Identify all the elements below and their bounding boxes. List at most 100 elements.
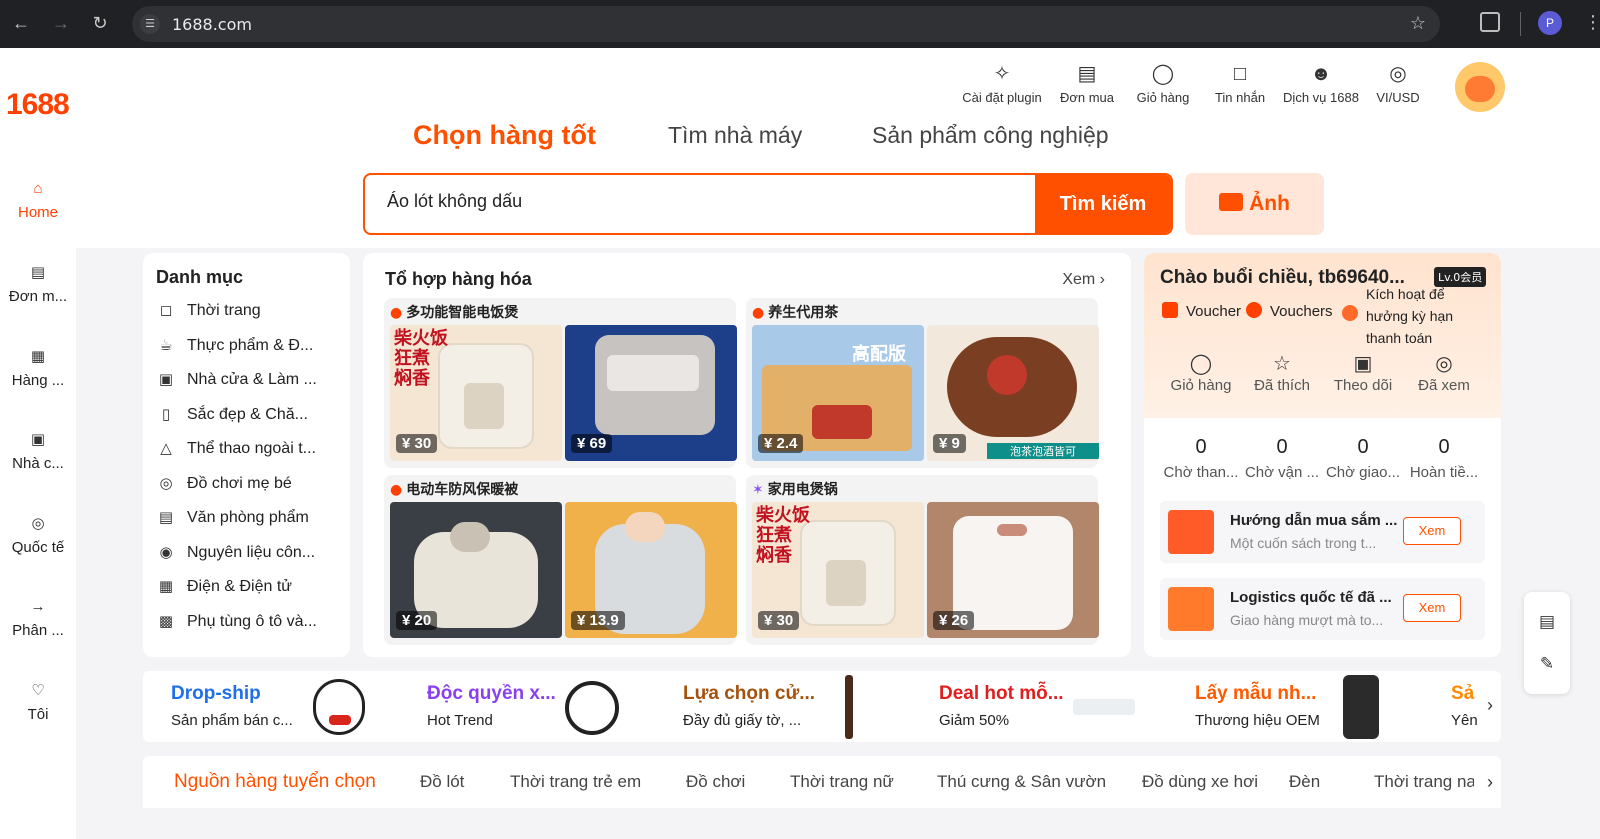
category-item[interactable]: △ Thể thao ngoài t... <box>156 439 346 463</box>
stat-label[interactable]: Chờ than... <box>1161 464 1241 481</box>
fire-icon: ● <box>390 482 403 498</box>
toolbar-service[interactable]: ☻ Dịch vụ 1688 <box>1277 62 1365 105</box>
sidebar-item-distribution[interactable]: → Phân ... <box>0 598 76 640</box>
back-icon[interactable]: ← <box>10 12 32 34</box>
quick-viewed[interactable]: ◎ Đã xem <box>1404 351 1484 394</box>
image-search-button[interactable]: Ảnh <box>1185 173 1324 235</box>
profile-avatar[interactable]: P <box>1538 11 1562 35</box>
search-button[interactable]: Tìm kiếm <box>1035 175 1171 233</box>
product-card[interactable]: ¥ 69 <box>565 325 737 461</box>
category-item[interactable]: ◻ Thời trang <box>156 301 346 325</box>
category-tab[interactable]: Thời trang nữ <box>790 772 894 792</box>
chevron-right-icon[interactable]: › <box>1487 772 1493 793</box>
category-tab[interactable]: Thời trang trẻ em <box>510 772 641 792</box>
credit-activation-link[interactable]: Kích hoạt để hưởng kỳ hạn thanh toán <box>1366 283 1486 349</box>
toolbar-plugin[interactable]: ✧ Cài đặt plugin <box>955 62 1049 105</box>
address-bar[interactable]: ☰ 1688.com ☆ <box>132 6 1440 42</box>
product-card[interactable]: ¥ 13.9 <box>565 502 737 638</box>
distribution-icon: → <box>30 598 46 615</box>
site-info-icon[interactable]: ☰ <box>140 14 160 34</box>
category-item[interactable]: ▩ Phụ tùng ô tô và... <box>156 612 346 636</box>
product-price: ¥ 26 <box>933 611 975 630</box>
logistics-card[interactable]: Logistics quốc tế đã ... Giao hàng mượt … <box>1160 578 1485 640</box>
combo-group[interactable]: ● 多功能智能电饭煲 柴火饭 狂煮 焖香 ¥ 30 ¥ 69 <box>384 298 737 468</box>
info-subtitle: Một cuốn sách trong t... <box>1230 535 1377 551</box>
sidebar-item-goods[interactable]: ▦ Hàng ... <box>0 348 76 390</box>
category-tab[interactable]: Nguồn hàng tuyển chọn <box>174 771 376 793</box>
quick-cart[interactable]: ◯ Giỏ hàng <box>1161 351 1241 394</box>
product-price: ¥ 69 <box>571 434 613 453</box>
combo-group[interactable]: ● 养生代用茶 高配版 ¥ 2.4 泡茶泡酒皆可 ¥ 9 <box>746 298 1099 468</box>
category-tab[interactable]: Thú cưng & Sân vườn <box>937 772 1106 792</box>
sidebar-item-orders[interactable]: ▤ Đơn m... <box>0 264 76 306</box>
category-item[interactable]: ◎ Đồ chơi mẹ bé <box>156 474 346 498</box>
toolbar-language[interactable]: ◎ VI/USD <box>1370 62 1426 105</box>
reload-icon[interactable]: ↻ <box>89 12 111 34</box>
voucher-link[interactable]: Voucher <box>1162 302 1241 320</box>
stat-count[interactable]: 0 <box>1161 436 1241 459</box>
tab-good-products[interactable]: Chọn hàng tốt <box>413 120 596 151</box>
category-item[interactable]: ▦ Điện & Điện tử <box>156 577 346 601</box>
combo-more-label: Xem <box>1062 271 1096 288</box>
forward-icon[interactable]: → <box>50 12 72 34</box>
note-icon[interactable]: ▤ <box>1537 612 1557 632</box>
product-tag: 柴火饭 狂煮 焖香 <box>394 328 448 389</box>
category-item[interactable]: ▣ Nhà cửa & Làm ... <box>156 370 346 394</box>
extensions-icon[interactable] <box>1480 12 1500 32</box>
toolbar-messages[interactable]: □ Tin nhắn <box>1208 62 1272 105</box>
chevron-right-icon[interactable]: › <box>1487 695 1493 716</box>
category-item[interactable]: ▯ Sắc đẹp & Chă... <box>156 405 346 429</box>
quick-following[interactable]: ▣ Theo dõi <box>1323 351 1403 394</box>
voucher-icon <box>1162 302 1178 319</box>
category-tab[interactable]: Đèn <box>1289 772 1320 792</box>
sidebar-item-home[interactable]: ⌂ Home <box>0 180 76 222</box>
stat-count[interactable]: 0 <box>1242 436 1322 459</box>
tab-find-factory[interactable]: Tìm nhà máy <box>668 122 802 149</box>
category-tab[interactable]: Đồ chơi <box>686 772 745 792</box>
stat-count[interactable]: 0 <box>1323 436 1403 459</box>
quick-favorites[interactable]: ☆ Đã thích <box>1242 351 1322 394</box>
category-item[interactable]: ☕ Thực phẩm & Đ... <box>156 336 346 360</box>
category-item[interactable]: ▤ Văn phòng phẩm <box>156 508 346 532</box>
stat-label[interactable]: Chờ giao... <box>1323 464 1403 481</box>
url-text[interactable]: 1688.com <box>172 15 252 34</box>
combo-more-link[interactable]: Xem › <box>1062 271 1105 289</box>
toolbar-orders[interactable]: ▤ Đơn mua <box>1055 62 1119 105</box>
tab-industrial[interactable]: Sản phẩm công nghiệp <box>872 122 1109 149</box>
edit-icon[interactable]: ✎ <box>1537 654 1557 674</box>
product-card[interactable]: 柴火饭 狂煮 焖香 ¥ 30 <box>752 502 924 638</box>
combo-group[interactable]: ● 电动车防风保暖被 ¥ 20 ¥ 13.9 <box>384 475 737 645</box>
product-card[interactable]: 柴火饭 狂煮 焖香 ¥ 30 <box>390 325 562 461</box>
vouchers-link[interactable]: Vouchers <box>1246 302 1333 320</box>
stat-label[interactable]: Chờ vận ... <box>1242 464 1322 481</box>
product-card[interactable]: ¥ 26 <box>927 502 1099 638</box>
product-card[interactable]: ¥ 20 <box>390 502 562 638</box>
user-avatar[interactable] <box>1455 62 1505 112</box>
sidebar-item-me[interactable]: ♡ Tôi <box>0 682 76 724</box>
promo-item[interactable]: Độc quyền x... Hot Trend <box>399 671 655 742</box>
sidebar-item-factory[interactable]: ▣ Nhà c... <box>0 431 76 473</box>
shopping-guide-card[interactable]: Hướng dẫn mua sắm ... Một cuốn sách tron… <box>1160 501 1485 563</box>
category-tab[interactable]: Đồ lót <box>420 772 464 792</box>
category-item[interactable]: ◉ Nguyên liệu côn... <box>156 543 346 567</box>
promo-item[interactable]: Lấy mẫu nh... Thương hiệu OEM <box>1167 671 1423 742</box>
toolbar-cart[interactable]: ◯ Giỏ hàng <box>1131 62 1195 105</box>
product-card[interactable]: 泡茶泡酒皆可 ¥ 9 <box>927 325 1099 461</box>
combo-group[interactable]: ✶ 家用电煲锅 柴火饭 狂煮 焖香 ¥ 30 ¥ 26 <box>746 475 1099 645</box>
view-button[interactable]: Xem <box>1403 594 1461 622</box>
category-tab-strip: Nguồn hàng tuyển chọn Đồ lót Thời trang … <box>143 756 1501 816</box>
stat-label[interactable]: Hoàn tiề... <box>1404 464 1484 481</box>
category-tab[interactable]: Đồ dùng xe hơi <box>1142 772 1258 792</box>
sidebar-item-international[interactable]: ◎ Quốc tế <box>0 515 76 557</box>
bookmark-star-icon[interactable]: ☆ <box>1410 13 1426 34</box>
stat-count[interactable]: 0 <box>1404 436 1484 459</box>
promo-item[interactable]: Deal hot mỗ... Giảm 50% <box>911 671 1167 742</box>
browser-menu-icon[interactable]: ⋮ <box>1584 12 1600 33</box>
promo-item[interactable]: Lựa chọn cử... Đầy đủ giấy tờ, ... <box>655 671 911 742</box>
product-card[interactable]: 高配版 ¥ 2.4 <box>752 325 924 461</box>
site-logo[interactable]: 1688 <box>6 88 70 122</box>
search-input[interactable] <box>387 191 1007 212</box>
category-tab[interactable]: Thời trang na <box>1374 772 1474 792</box>
view-button[interactable]: Xem <box>1403 517 1461 545</box>
promo-item[interactable]: Drop-ship Sản phẩm bán c... <box>143 671 399 742</box>
